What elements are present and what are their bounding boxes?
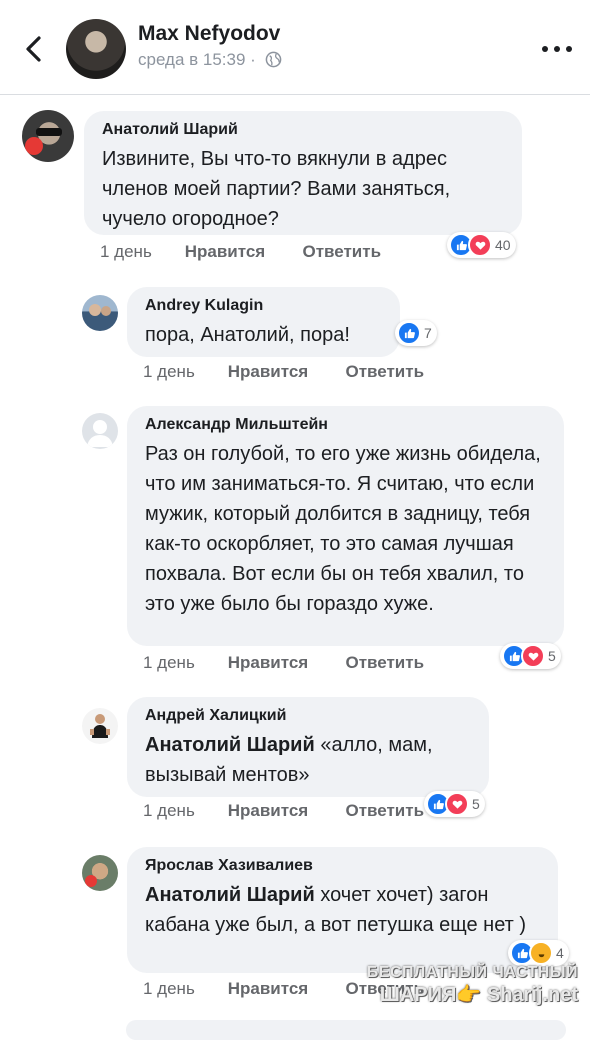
comment-actions: 1 день Нравится Ответить [143, 653, 424, 673]
reaction-count: 5 [472, 796, 480, 812]
comment-text: Анатолий Шарий хочет хочет) загон кабана… [145, 880, 540, 940]
watermark: БЕСПЛАТНЫЙ ЧАСТНЫЙ ШАРИЯ👉 Sharij.net [367, 962, 578, 1006]
reply-button[interactable]: Ответить [302, 242, 381, 262]
comment-bubble: Александр Мильштейн Раз он голубой, то е… [127, 406, 564, 646]
reply-button[interactable]: Ответить [345, 362, 424, 382]
back-arrow-icon[interactable] [20, 33, 48, 65]
reaction-summary[interactable]: 5 [500, 643, 561, 669]
comment-actions: 1 день Нравится Ответить [143, 801, 424, 821]
mention-link[interactable]: Анатолий Шарий [145, 734, 315, 756]
love-reaction-icon [521, 644, 545, 668]
comment-avatar[interactable] [82, 855, 118, 891]
comment-text: Анатолий Шарий «алло, мам, вызывай менто… [145, 730, 471, 790]
comment-actions: 1 день Нравится Ответить [143, 362, 424, 382]
like-button[interactable]: Нравится [228, 979, 341, 999]
next-comment-bubble [126, 1020, 566, 1040]
post-header: Max Nefyodov среда в 15:39 · [0, 0, 590, 95]
post-time-text: среда в 15:39 · [138, 50, 256, 69]
reply-button[interactable]: Ответить [345, 653, 424, 673]
love-reaction-icon [445, 792, 469, 816]
comment-bubble: Ярослав Хазивалиев Анатолий Шарий хочет … [127, 847, 558, 973]
reaction-count: 40 [495, 237, 511, 253]
comment-text: пора, Анатолий, пора! [145, 324, 350, 346]
post-timestamp[interactable]: среда в 15:39 · [138, 50, 282, 70]
love-reaction-icon [468, 233, 492, 257]
globe-icon [265, 51, 281, 68]
reaction-summary[interactable]: 40 [447, 232, 516, 258]
comment-time[interactable]: 1 день [143, 979, 223, 999]
default-profile-icon [87, 420, 113, 447]
more-options-icon[interactable] [542, 44, 572, 54]
comment-text: Извините, Вы что-то вякнули в адрес член… [102, 148, 451, 230]
comment-avatar[interactable] [82, 295, 118, 331]
like-reaction-icon [397, 321, 421, 345]
watermark-line-1: БЕСПЛАТНЫЙ ЧАСТНЫЙ [366, 964, 578, 981]
comment-time[interactable]: 1 день [143, 801, 223, 821]
watermark-line-2: ШАРИЯ👉 Sharij.net [379, 984, 578, 1006]
reply-button[interactable]: Ответить [345, 801, 424, 821]
comment-bubble: Андрей Халицкий Анатолий Шарий «алло, ма… [127, 697, 489, 797]
author-avatar[interactable] [66, 19, 126, 79]
comment-time[interactable]: 1 день [143, 362, 223, 382]
comment-author[interactable]: Ярослав Хазивалиев [145, 857, 540, 875]
comment-avatar[interactable] [82, 708, 118, 744]
comment-author[interactable]: Александр Мильштейн [145, 416, 546, 434]
comment-author[interactable]: Андрей Халицкий [145, 707, 471, 725]
like-button[interactable]: Нравится [228, 801, 341, 821]
comment-time[interactable]: 1 день [100, 242, 180, 262]
like-button[interactable]: Нравится [228, 653, 341, 673]
reaction-summary[interactable]: 7 [395, 320, 437, 346]
comment-avatar[interactable] [82, 413, 118, 449]
comment-bubble: Анатолий Шарий Извините, Вы что-то вякну… [84, 111, 522, 235]
mention-link[interactable]: Анатолий Шарий [145, 884, 315, 906]
comment-bubble: Andrey Kulagin пора, Анатолий, пора! [127, 287, 400, 357]
like-button[interactable]: Нравится [228, 362, 341, 382]
comment-text: Раз он голубой, то его уже жизнь обидела… [145, 443, 541, 615]
like-button[interactable]: Нравится [185, 242, 298, 262]
comment-author[interactable]: Анатолий Шарий [102, 121, 504, 139]
comment-avatar[interactable] [22, 110, 74, 162]
reaction-count: 7 [424, 325, 432, 341]
post-author-name[interactable]: Max Nefyodov [138, 22, 280, 46]
comment-actions: 1 день Нравится Ответить [100, 242, 381, 262]
comment-time[interactable]: 1 день [143, 653, 223, 673]
reaction-count: 5 [548, 648, 556, 664]
reaction-count: 4 [556, 945, 564, 961]
comment-author[interactable]: Andrey Kulagin [145, 297, 382, 315]
reaction-summary[interactable]: 5 [424, 791, 485, 817]
